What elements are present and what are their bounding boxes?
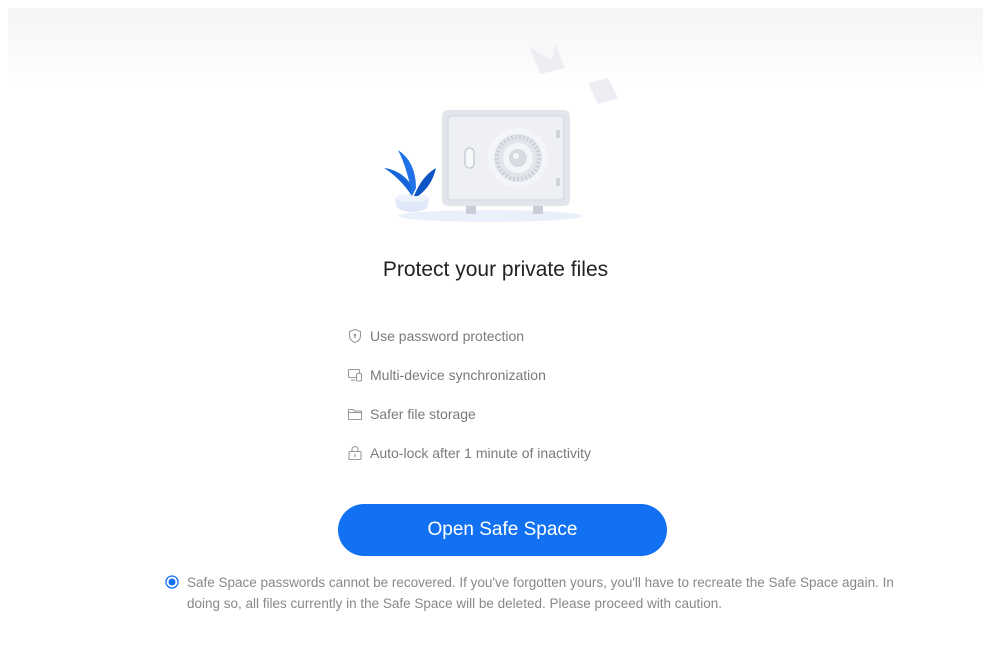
warning-text: Safe Space passwords cannot be recovered… xyxy=(187,575,894,611)
safe-illustration xyxy=(384,44,618,222)
warning-notice: Safe Space passwords cannot be recovered… xyxy=(165,572,925,614)
lock-icon xyxy=(347,445,363,461)
feature-label: Auto-lock after 1 minute of inactivity xyxy=(370,444,591,461)
shield-icon xyxy=(347,328,363,344)
feature-item-password: Use password protection xyxy=(347,316,667,355)
folder-icon xyxy=(347,406,363,422)
feature-item-storage: Safer file storage xyxy=(347,394,667,433)
safe-space-page: Protect your private files Use password … xyxy=(0,0,991,659)
open-safe-space-button[interactable]: Open Safe Space xyxy=(338,504,667,556)
feature-item-sync: Multi-device synchronization xyxy=(347,355,667,394)
feature-label: Use password protection xyxy=(370,327,525,344)
acknowledge-radio[interactable] xyxy=(165,575,179,589)
page-title: Protect your private files xyxy=(382,258,609,281)
feature-label: Safer file storage xyxy=(370,405,476,422)
feature-list: Use password protection Multi-device syn… xyxy=(347,316,667,472)
feature-label: Multi-device synchronization xyxy=(370,366,546,383)
feature-item-autolock: Auto-lock after 1 minute of inactivity xyxy=(347,433,667,472)
devices-icon xyxy=(347,367,363,383)
